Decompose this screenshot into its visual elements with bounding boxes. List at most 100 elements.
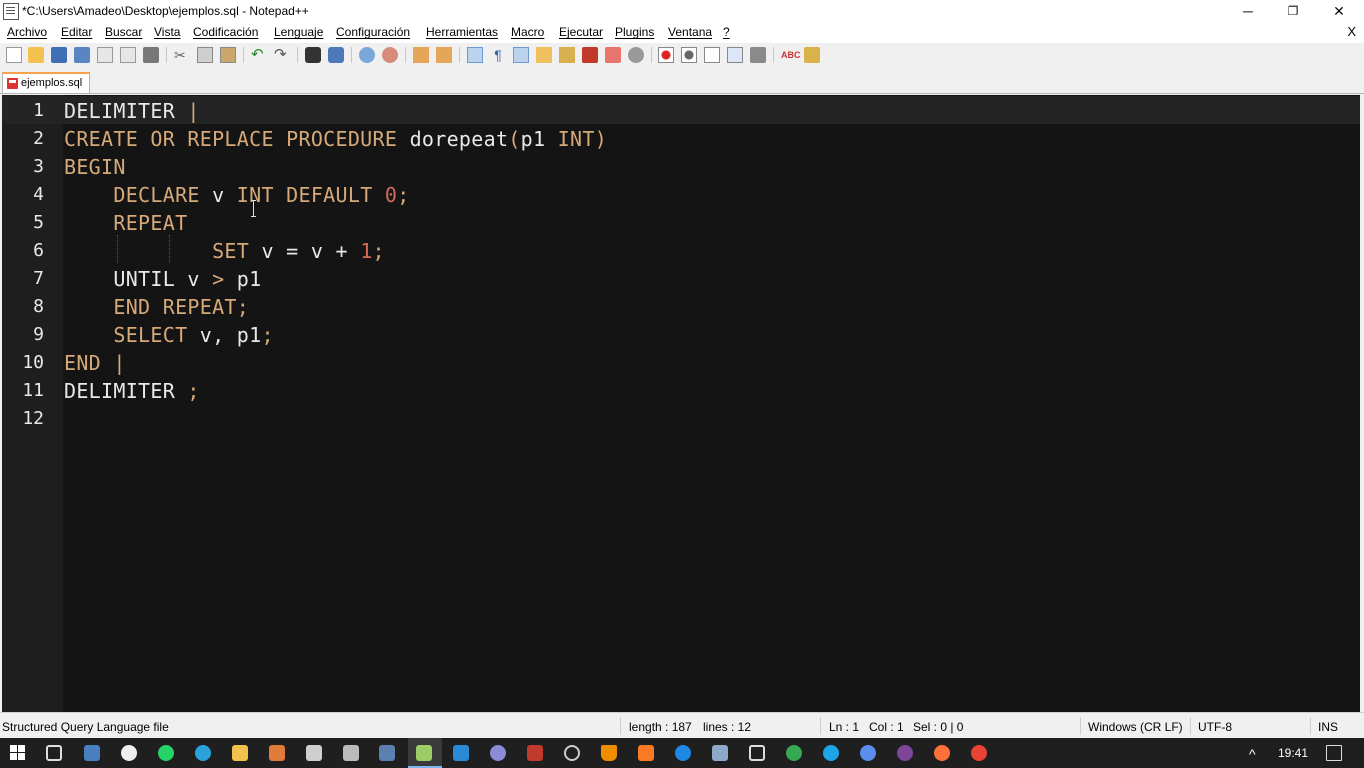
code-line[interactable]: 5 REPEAT (2, 208, 1360, 236)
zoom-out-icon[interactable] (382, 47, 398, 63)
chrome-icon[interactable] (971, 745, 987, 761)
menu-lenguaje[interactable]: Lenguaje (274, 25, 323, 39)
menu-editar[interactable]: Editar (61, 25, 92, 39)
restore-button[interactable]: ❐ (1270, 0, 1316, 23)
udl-icon[interactable] (536, 47, 552, 63)
clock-time[interactable]: 19:41 (1278, 746, 1308, 760)
tray-chevron-icon[interactable]: ^ (1249, 746, 1256, 762)
menu-archivo[interactable]: Archivo (7, 25, 47, 39)
doc-map-icon[interactable] (559, 47, 575, 63)
code-editor[interactable]: 1 DELIMITER | 2 CREATE OR REPLACE PROCEDURE… (2, 95, 1360, 712)
tab-ejemplos-sql[interactable]: ejemplos.sql (2, 72, 90, 93)
db-icon[interactable] (490, 745, 506, 761)
task-view-icon[interactable] (46, 745, 62, 761)
code-line[interactable]: 2 CREATE OR REPLACE PROCEDURE dorepeat(p1… (2, 124, 1360, 152)
function-list-icon[interactable] (582, 47, 598, 63)
print-icon[interactable] (143, 47, 159, 63)
start-icon[interactable] (10, 745, 26, 761)
show-all-chars-icon[interactable]: ¶ (490, 47, 506, 63)
menu-ventana[interactable]: Ventana (668, 25, 712, 39)
keyboard-icon[interactable] (84, 745, 100, 761)
vscode-icon[interactable] (453, 745, 469, 761)
code-token: DELIMITER (64, 99, 188, 123)
remote-desktop-icon[interactable] (712, 745, 728, 761)
menu-herramientas[interactable]: Herramientas (426, 25, 498, 39)
firefox-icon[interactable] (934, 745, 950, 761)
file-explorer-icon[interactable] (232, 745, 248, 761)
indent-guide-icon[interactable] (513, 47, 529, 63)
monitoring-icon[interactable] (628, 47, 644, 63)
play-macro-icon[interactable] (704, 47, 720, 63)
menu-help[interactable]: ? (723, 25, 730, 39)
code-token: 0 (384, 183, 398, 207)
close-all-icon[interactable] (120, 47, 136, 63)
redo-icon[interactable]: ↷ (274, 47, 290, 63)
menu-plugins[interactable]: Plugins (615, 25, 654, 39)
menu-configuracion[interactable]: Configuración (336, 25, 410, 39)
sync-vertical-icon[interactable] (413, 47, 429, 63)
chrome-canary-icon[interactable] (860, 745, 876, 761)
ie-icon[interactable] (823, 745, 839, 761)
stop-record-icon[interactable] (681, 47, 697, 63)
edge-icon[interactable] (786, 745, 802, 761)
code-line[interactable]: 12 (2, 404, 1360, 432)
code-line[interactable]: 4 DECLARE v INT DEFAULT 0; (2, 180, 1360, 208)
record-macro-icon[interactable] (658, 47, 674, 63)
terminal-icon[interactable] (306, 745, 322, 761)
code-line[interactable]: 1 DELIMITER | (2, 96, 1360, 124)
paste-icon[interactable] (220, 47, 236, 63)
notifications-icon[interactable] (1326, 745, 1342, 761)
virtualbox-icon[interactable] (749, 745, 765, 761)
code-line[interactable]: 10 END | (2, 348, 1360, 376)
word-wrap-icon[interactable] (467, 47, 483, 63)
telegram-icon[interactable] (195, 745, 211, 761)
run-macro-multiple-icon[interactable] (727, 47, 743, 63)
save-macro-icon[interactable] (750, 47, 766, 63)
undo-icon[interactable]: ↶ (251, 47, 267, 63)
new-file-icon[interactable] (6, 47, 22, 63)
github-icon[interactable] (564, 745, 580, 761)
unity-icon[interactable] (121, 745, 137, 761)
copy-icon[interactable] (197, 47, 213, 63)
plugin-icon[interactable] (804, 47, 820, 63)
close-file-icon[interactable] (97, 47, 113, 63)
folder-workspace-icon[interactable] (605, 47, 621, 63)
spell-check-icon[interactable]: ABC (781, 47, 801, 63)
code-line[interactable]: 6 SET v = v + 1; (2, 236, 1360, 264)
filezilla-icon[interactable] (527, 745, 543, 761)
menu-buscar[interactable]: Buscar (105, 25, 142, 39)
save-icon[interactable] (51, 47, 67, 63)
notepad-plus-plus-icon[interactable] (416, 745, 432, 761)
close-document-button[interactable]: X (1347, 24, 1356, 39)
vlc-icon[interactable] (601, 745, 617, 761)
code-line[interactable]: 8 END REPEAT; (2, 292, 1360, 320)
zoom-in-icon[interactable] (359, 47, 375, 63)
media-player-icon[interactable] (675, 745, 691, 761)
line-number: 11 (22, 380, 44, 401)
menu-macro[interactable]: Macro (511, 25, 544, 39)
minimize-button[interactable]: ─ (1225, 0, 1271, 23)
code-text: REPEAT (64, 211, 187, 235)
books-icon[interactable] (269, 745, 285, 761)
code-line[interactable]: 9 SELECT v, p1; (2, 320, 1360, 348)
tor-icon[interactable] (897, 745, 913, 761)
code-line[interactable]: 3 BEGIN (2, 152, 1360, 180)
gamepad-icon[interactable] (343, 745, 359, 761)
menu-codificacion[interactable]: Codificación (193, 25, 258, 39)
sync-horizontal-icon[interactable] (436, 47, 452, 63)
code-line[interactable]: 7 UNTIL v > p1 (2, 264, 1360, 292)
open-file-icon[interactable] (28, 47, 44, 63)
save-all-icon[interactable] (74, 47, 90, 63)
code-token: v (212, 183, 237, 207)
code-line[interactable]: 11 DELIMITER ; (2, 376, 1360, 404)
cut-icon[interactable]: ✂ (174, 47, 190, 63)
menu-ejecutar[interactable]: Ejecutar (559, 25, 603, 39)
sticky-notes-icon[interactable] (379, 745, 395, 761)
menu-vista[interactable]: Vista (154, 25, 180, 39)
xampp-icon[interactable] (638, 745, 654, 761)
close-button[interactable]: ✕ (1316, 0, 1362, 23)
replace-icon[interactable] (328, 47, 344, 63)
line-number: 5 (33, 212, 44, 233)
find-icon[interactable] (305, 47, 321, 63)
whatsapp-icon[interactable] (158, 745, 174, 761)
